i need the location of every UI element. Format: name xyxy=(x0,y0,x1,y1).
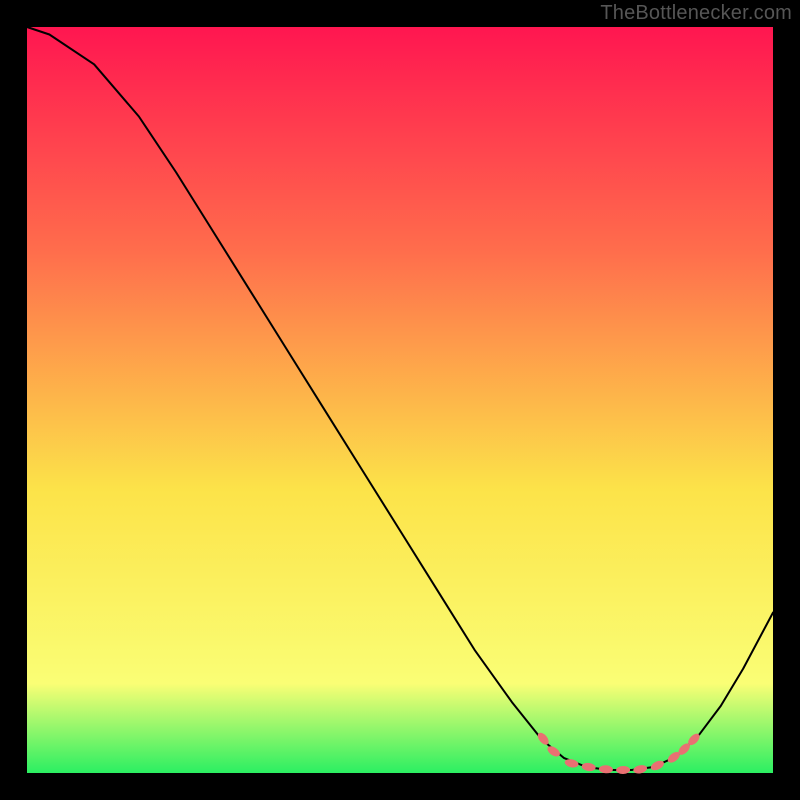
chart-gradient-background xyxy=(27,27,773,773)
chart-svg xyxy=(0,0,800,800)
chart-container: { "attribution": "TheBottlenecker.com", … xyxy=(0,0,800,800)
